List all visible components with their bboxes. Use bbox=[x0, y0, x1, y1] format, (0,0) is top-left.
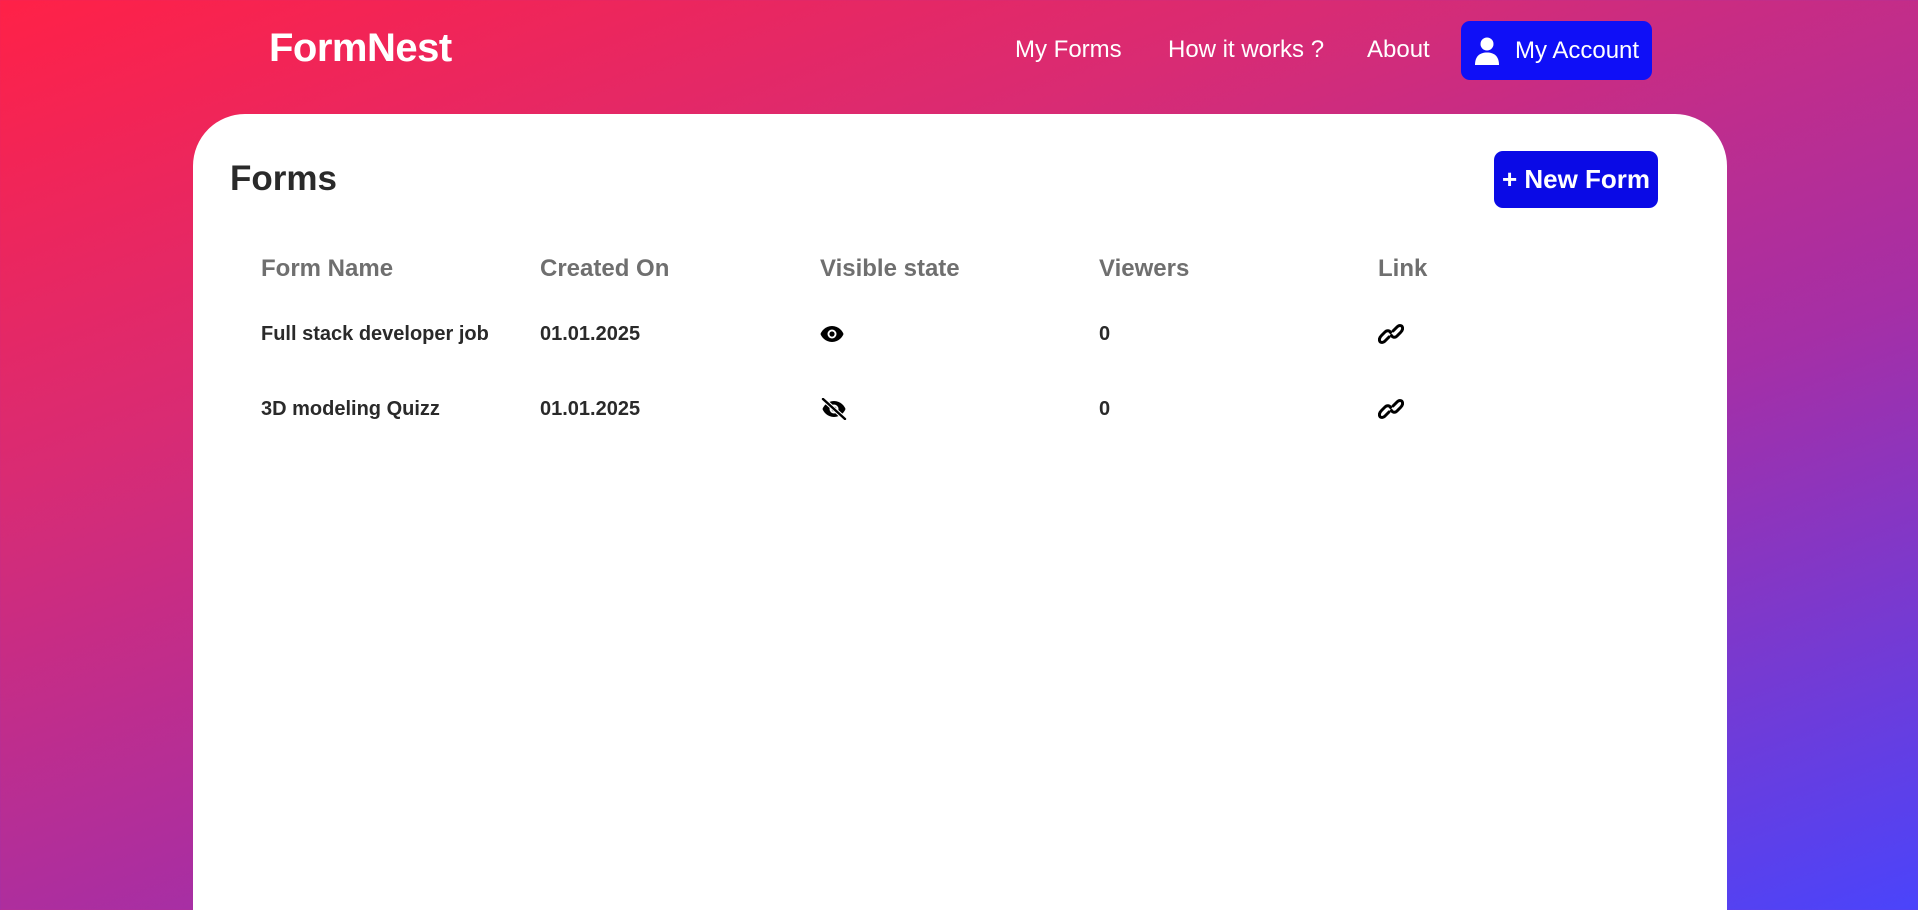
viewers-cell: 0 bbox=[1099, 398, 1111, 420]
header-form-name: Form Name bbox=[261, 255, 394, 282]
forms-table: Form Name Created On Visible state Viewe… bbox=[261, 239, 1659, 469]
eye-slash-icon[interactable] bbox=[820, 394, 848, 424]
form-name-cell[interactable]: Full stack developer job bbox=[261, 319, 489, 349]
header-created-on: Created On bbox=[540, 255, 670, 282]
header-link: Link bbox=[1378, 255, 1428, 282]
link-icon[interactable] bbox=[1378, 319, 1404, 349]
page-title: Forms bbox=[230, 159, 337, 198]
user-icon bbox=[1475, 37, 1499, 65]
navbar: FormNest My Forms How it works ? About M… bbox=[0, 0, 1918, 100]
table-header-row: Form Name Created On Visible state Viewe… bbox=[261, 239, 1659, 319]
table-row[interactable]: Full stack developer job 01.01.2025 0 bbox=[261, 319, 1659, 394]
created-on-cell: 01.01.2025 bbox=[540, 398, 641, 420]
my-account-button[interactable]: My Account bbox=[1461, 21, 1652, 80]
table-row[interactable]: 3D modeling Quizz 01.01.2025 0 bbox=[261, 394, 1659, 469]
new-form-button[interactable]: + New Form bbox=[1494, 151, 1658, 208]
header-visible-state: Visible state bbox=[820, 255, 960, 282]
my-account-label: My Account bbox=[1515, 36, 1640, 64]
nav-link-my-forms[interactable]: My Forms bbox=[1015, 36, 1122, 64]
viewers-cell: 0 bbox=[1099, 323, 1111, 345]
header-viewers: Viewers bbox=[1099, 255, 1190, 282]
eye-icon[interactable] bbox=[820, 319, 844, 349]
brand-logo[interactable]: FormNest bbox=[269, 26, 452, 71]
link-icon[interactable] bbox=[1378, 394, 1404, 424]
nav-link-how-it-works[interactable]: How it works ? bbox=[1168, 36, 1324, 64]
forms-card: Forms + New Form Form Name Created On Vi… bbox=[193, 114, 1727, 910]
created-on-cell: 01.01.2025 bbox=[540, 323, 641, 345]
form-name-cell[interactable]: 3D modeling Quizz bbox=[261, 394, 440, 424]
nav-link-about[interactable]: About bbox=[1367, 36, 1430, 64]
